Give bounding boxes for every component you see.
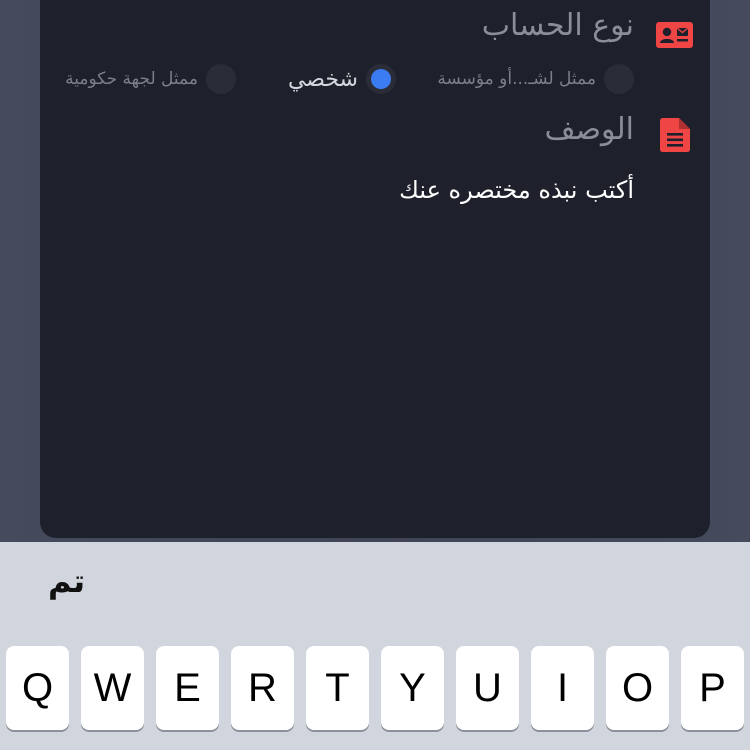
radio-option-organization[interactable]: ممثل لشـ...أو مؤسسة <box>437 62 634 96</box>
keyboard-accessory-bar <box>0 542 750 632</box>
description-label: الوصف <box>544 112 634 147</box>
key-u[interactable]: U <box>456 646 519 730</box>
radio-button[interactable] <box>604 64 634 94</box>
key-e[interactable]: E <box>156 646 219 730</box>
radio-button-selected[interactable] <box>366 64 396 94</box>
radio-option-personal[interactable]: شخصي <box>288 62 396 96</box>
radio-option-government[interactable]: ممثل لجهة حكومية <box>65 62 236 96</box>
radio-option-label: ممثل لجهة حكومية <box>65 69 198 89</box>
key-q[interactable]: Q <box>6 646 69 730</box>
key-t[interactable]: T <box>306 646 369 730</box>
radio-option-label: شخصي <box>287 66 358 92</box>
key-y[interactable]: Y <box>381 646 444 730</box>
description-textarea[interactable]: أكتب نبذه مختصره عنك <box>214 176 634 204</box>
key-i[interactable]: I <box>531 646 594 730</box>
key-o[interactable]: O <box>606 646 669 730</box>
contact-card-icon <box>656 22 693 48</box>
done-button[interactable]: تم <box>48 562 85 600</box>
account-type-label: نوع الحساب <box>481 8 634 43</box>
radio-option-label: ممثل لشـ...أو مؤسسة <box>437 69 596 89</box>
key-p[interactable]: P <box>681 646 744 730</box>
radio-button[interactable] <box>206 64 236 94</box>
key-r[interactable]: R <box>231 646 294 730</box>
document-icon <box>660 118 690 152</box>
key-w[interactable]: W <box>81 646 144 730</box>
